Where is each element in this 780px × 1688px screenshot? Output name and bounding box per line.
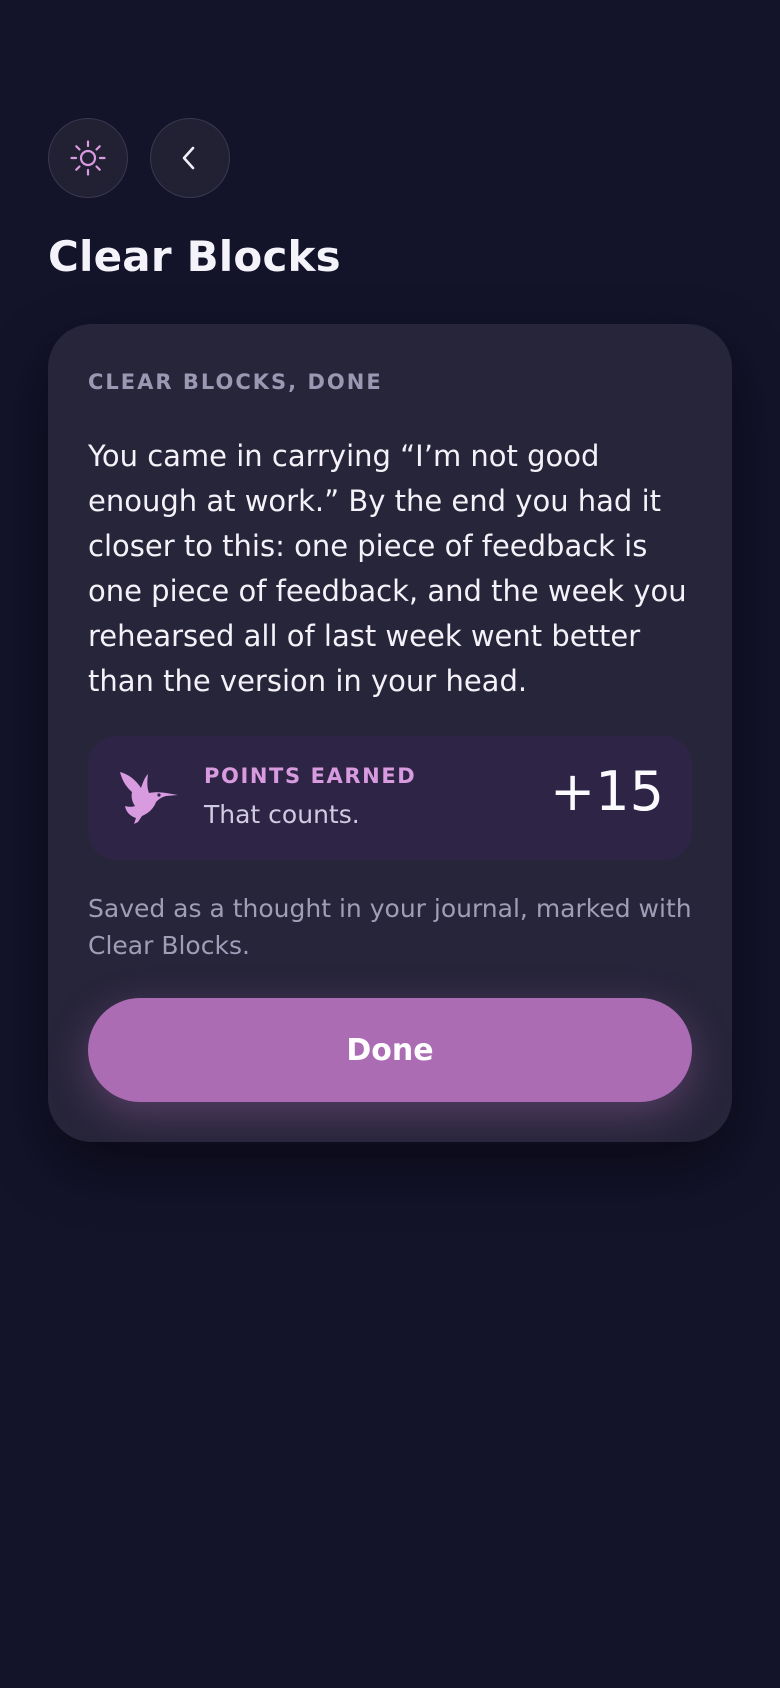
- summary-text: You came in carrying “I’m not good enoug…: [88, 439, 687, 698]
- top-bar: [48, 118, 230, 198]
- page-title: Clear Blocks: [48, 232, 341, 281]
- saved-note: Saved as a thought in your journal, mark…: [88, 894, 692, 960]
- theme-toggle-button[interactable]: [48, 118, 128, 198]
- back-button[interactable]: [150, 118, 230, 198]
- completion-screen: Clear Blocks CLEAR BLOCKS, DONE You came…: [0, 0, 780, 1688]
- sun-icon: [70, 140, 106, 176]
- summary-card: CLEAR BLOCKS, DONE You came in carrying …: [48, 324, 732, 1142]
- hummingbird-icon: [120, 772, 178, 824]
- points-subtitle: That counts.: [204, 800, 360, 829]
- chevron-left-icon: [182, 146, 195, 170]
- points-label: POINTS EARNED: [204, 764, 417, 788]
- points-earned-box: POINTS EARNED That counts. +15: [88, 736, 692, 860]
- done-button[interactable]: Done: [88, 998, 692, 1102]
- card-eyebrow: CLEAR BLOCKS, DONE: [88, 370, 383, 394]
- points-value: +15: [550, 760, 664, 823]
